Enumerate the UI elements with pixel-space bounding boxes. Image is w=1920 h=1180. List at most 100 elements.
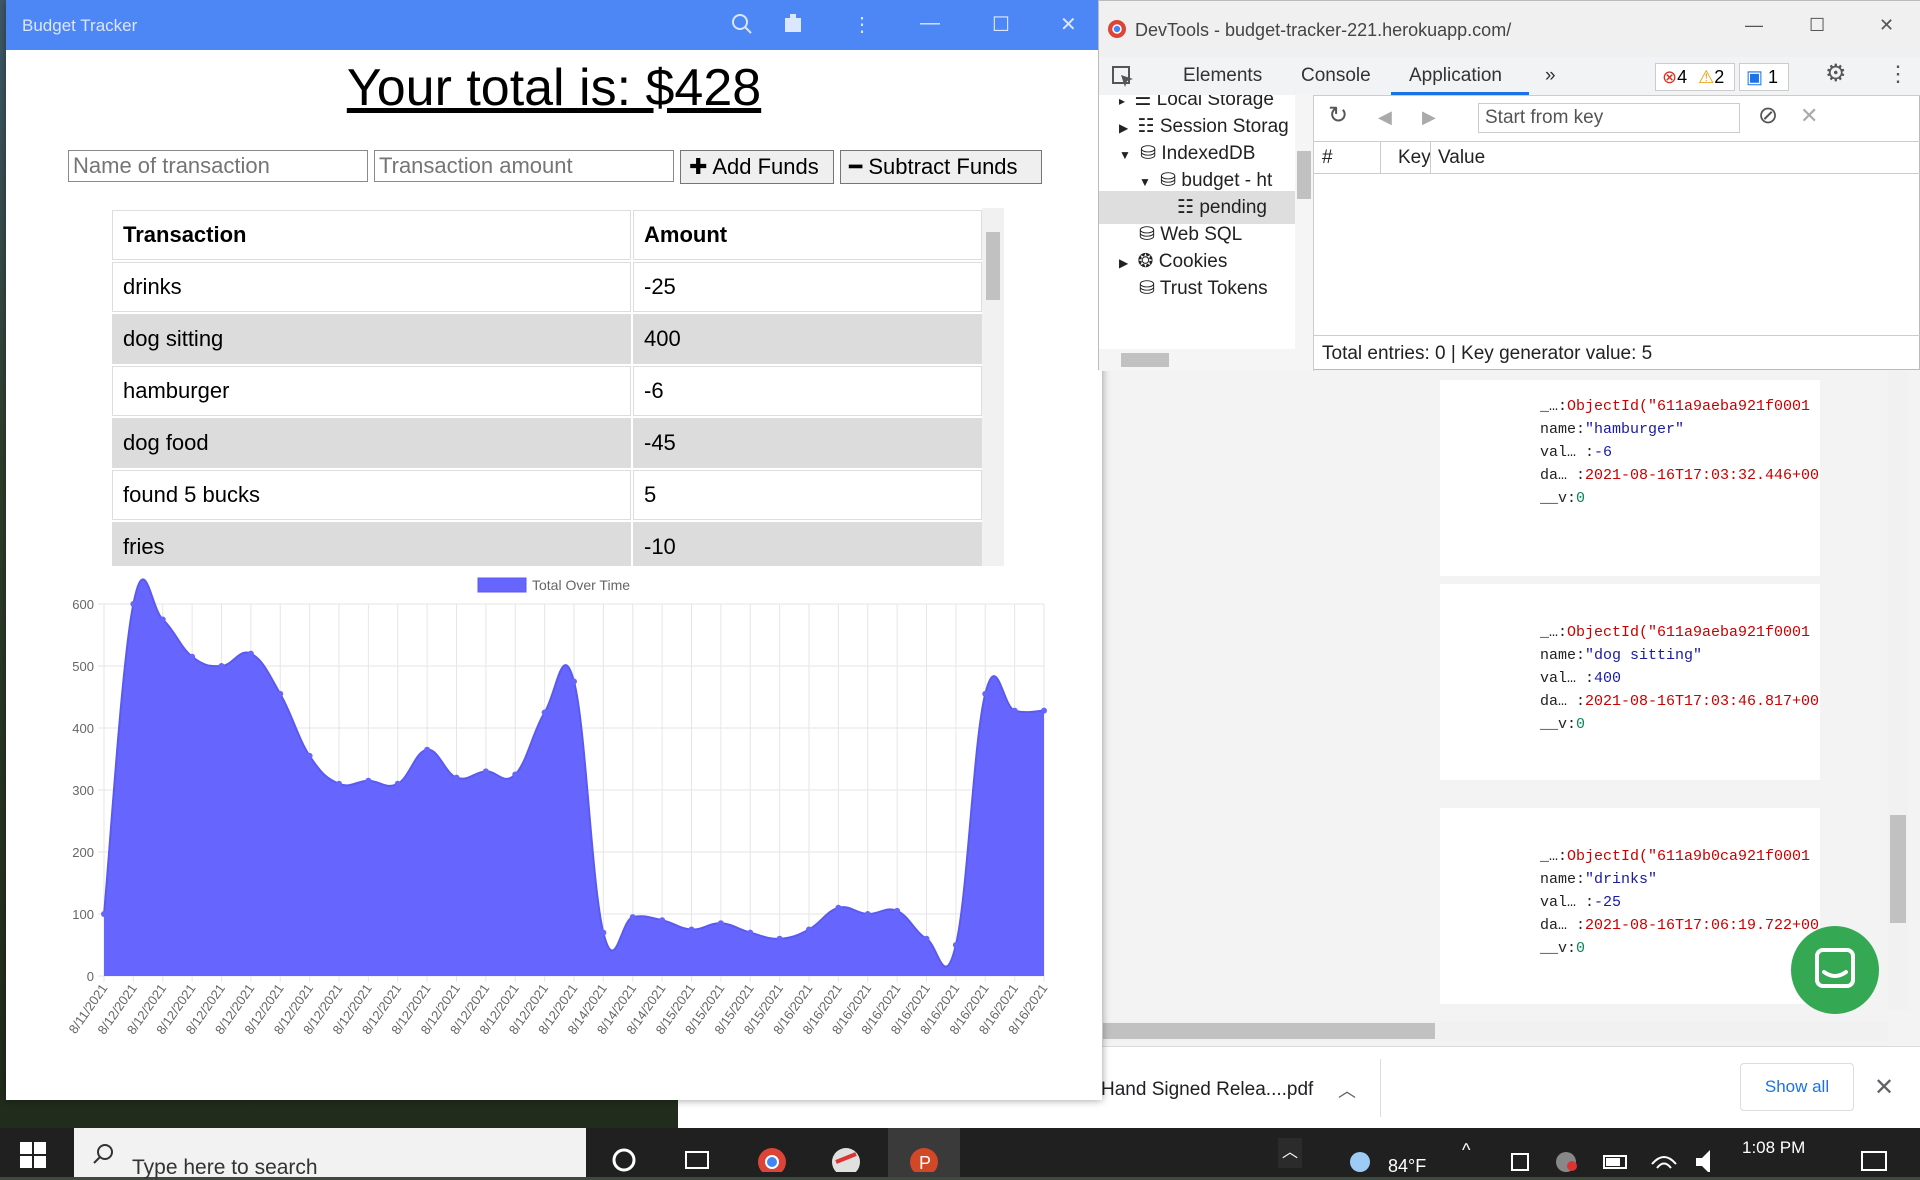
download-file-name[interactable]: Hand Signed Relea....pdf — [1101, 1079, 1313, 1101]
more-tabs-icon[interactable]: » — [1545, 65, 1556, 87]
warning-icon: ⚠ — [1698, 67, 1715, 87]
transaction-amount-input[interactable]: Transaction amount — [374, 150, 674, 182]
chart-data-point — [688, 926, 695, 933]
divider — [1380, 1059, 1381, 1117]
clear-object-store-icon[interactable]: ⊘ — [1758, 101, 1778, 130]
chart-data-point — [512, 771, 519, 778]
next-page-icon[interactable]: ▶ — [1422, 107, 1436, 128]
scrollbar-thumb[interactable] — [1890, 815, 1906, 923]
chart-y-tick-label: 600 — [72, 597, 94, 612]
table-scrollbar[interactable] — [982, 208, 1004, 566]
maximize-button[interactable]: ☐ — [992, 12, 1010, 37]
close-button[interactable]: ✕ — [1060, 12, 1077, 37]
add-funds-button[interactable]: ✚ Add Funds — [680, 150, 834, 184]
more-menu-icon[interactable]: ⋮ — [852, 12, 872, 37]
chart-data-point — [806, 926, 812, 933]
column-header-index: # — [1322, 147, 1333, 168]
transaction-name-input[interactable]: Name of transaction — [68, 150, 368, 182]
data-view-footer: Total entries: 0 | Key generator value: … — [1314, 335, 1920, 371]
messages-counter[interactable]: ▣ 1 — [1739, 63, 1789, 91]
inspect-element-icon[interactable] — [1111, 65, 1135, 89]
subtract-funds-button[interactable]: ━ Subtract Funds — [840, 150, 1042, 184]
chat-icon — [1815, 948, 1855, 988]
message-icon: ▣ — [1746, 67, 1764, 87]
database-icon: ⛁ — [1139, 278, 1155, 299]
chevron-up-icon[interactable]: ^ — [1462, 1140, 1470, 1161]
delete-selected-icon[interactable]: ✕ — [1800, 103, 1818, 129]
chart-data-point — [629, 914, 636, 921]
search-icon[interactable] — [730, 12, 754, 36]
chat-launcher-button[interactable] — [1791, 926, 1879, 1014]
tab-application[interactable]: Application — [1409, 65, 1502, 87]
chart-data-point — [482, 768, 489, 775]
start-from-key-input[interactable]: Start from key — [1478, 103, 1740, 133]
scrollbar-thumb[interactable] — [1103, 1023, 1435, 1039]
taskbar-search-box[interactable]: Type here to search — [74, 1128, 586, 1179]
close-button[interactable]: ✕ — [1879, 15, 1894, 36]
device-icon[interactable] — [1504, 1136, 1540, 1172]
name-key: name: — [1540, 647, 1586, 664]
warning-count: 2 — [1714, 67, 1725, 87]
tree-hscrollbar[interactable] — [1099, 349, 1295, 371]
record-date: 2021-08-16T17:06:19.722+00 — [1585, 917, 1820, 934]
active-taskbar-item[interactable]: P — [888, 1128, 960, 1177]
maximize-button[interactable]: ☐ — [1809, 15, 1825, 36]
security-icon[interactable] — [1548, 1136, 1584, 1172]
notifications-icon[interactable] — [1856, 1136, 1892, 1172]
chevron-up-icon[interactable]: ︿ — [1338, 1077, 1356, 1103]
minus-icon: ━ — [849, 154, 869, 179]
minimize-button[interactable]: — — [1745, 15, 1763, 36]
tree-scrollbar[interactable] — [1295, 95, 1313, 371]
show-all-button[interactable]: Show all — [1740, 1063, 1854, 1111]
cortana-icon[interactable] — [606, 1136, 642, 1172]
error-count: 4 — [1677, 67, 1688, 87]
chevron-up-icon[interactable]: ︿ — [1278, 1138, 1302, 1168]
app-icon[interactable] — [828, 1136, 864, 1172]
weather-icon[interactable] — [1342, 1136, 1378, 1172]
gear-icon[interactable]: ⚙ — [1825, 59, 1847, 88]
clock-time[interactable]: 1:08 PM — [1742, 1138, 1805, 1158]
vertical-scrollbar[interactable] — [1888, 370, 1908, 1010]
wifi-icon[interactable] — [1646, 1136, 1682, 1172]
refresh-icon[interactable]: ↻ — [1328, 101, 1348, 130]
minimize-button[interactable]: — — [920, 12, 940, 35]
issues-counter[interactable]: ⊗4 ⚠2 — [1655, 63, 1735, 91]
chart-data-point — [864, 911, 871, 917]
volume-icon[interactable] — [1690, 1136, 1726, 1172]
chart-data-point — [336, 780, 342, 787]
task-view-icon[interactable] — [680, 1136, 716, 1172]
previous-page-icon[interactable]: ◀ — [1378, 107, 1392, 128]
temperature[interactable]: 84°F — [1388, 1156, 1426, 1177]
windows-start-icon[interactable] — [20, 1142, 46, 1168]
chevron-down-icon: ▼ — [1119, 148, 1131, 162]
devtools-titlebar: DevTools - budget-tracker-221.herokuapp.… — [1099, 1, 1920, 57]
scrollbar-thumb[interactable] — [986, 232, 1000, 300]
more-menu-icon[interactable]: ⋮ — [1887, 61, 1909, 87]
scrollbar-thumb[interactable] — [1297, 151, 1311, 199]
record-card: _…:ObjectId("611a9aeba921f0001 name:"dog… — [1440, 584, 1820, 780]
tab-console[interactable]: Console — [1301, 65, 1371, 87]
chrome-icon[interactable] — [754, 1136, 790, 1172]
battery-icon[interactable] — [1598, 1136, 1634, 1172]
record-name: "drinks" — [1585, 871, 1658, 888]
taskbar: Type here to search P ︿ 84°F ^ 1:08 PM — [0, 1128, 1920, 1179]
extensions-icon[interactable] — [782, 12, 806, 36]
chart-data-point — [365, 777, 372, 784]
ppt-icon: P — [910, 1148, 938, 1172]
chart-data-point — [306, 752, 313, 759]
close-icon[interactable]: ✕ — [1874, 1073, 1894, 1102]
horizontal-scrollbar[interactable] — [1103, 1021, 1888, 1041]
date-key: da… : — [1540, 917, 1586, 934]
record-v: 0 — [1576, 490, 1586, 507]
chart-data-point — [923, 935, 930, 942]
chart-data-point — [130, 601, 137, 607]
devtools-window: DevTools - budget-tracker-221.herokuapp.… — [1098, 0, 1920, 371]
chart-data-point — [952, 942, 959, 948]
value-key: val… : — [1540, 894, 1595, 911]
scrollbar-thumb[interactable] — [1121, 353, 1169, 367]
id-key: _…: — [1540, 848, 1568, 865]
chevron-right-icon: ▶ — [1119, 256, 1129, 270]
tree-item-trust-tokens[interactable]: ⛁ Trust Tokens — [1099, 272, 1295, 305]
transaction-name: dog food — [112, 418, 631, 468]
tab-elements[interactable]: Elements — [1183, 65, 1262, 87]
